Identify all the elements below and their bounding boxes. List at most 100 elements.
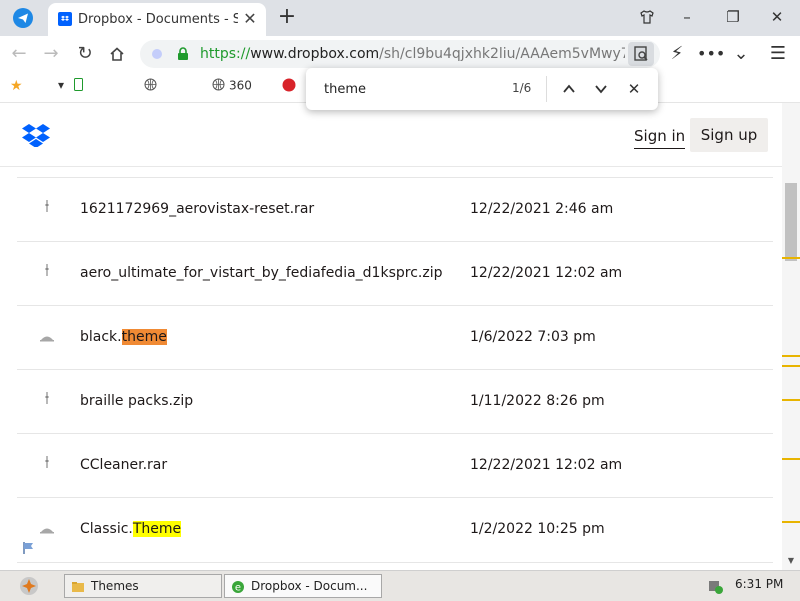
address-bar[interactable]: https://www.dropbox.com/sh/cl9bu4qjxhk2l… bbox=[140, 40, 660, 68]
file-name[interactable]: 1621172969_aerovistax-reset.rar bbox=[80, 201, 314, 219]
url-host: www.dropbox.com bbox=[250, 46, 380, 62]
file-name-prefix: Classic. bbox=[80, 521, 133, 537]
bookmark-favorites[interactable]: ★ bbox=[10, 78, 27, 96]
find-match-marker bbox=[782, 365, 800, 367]
file-name[interactable]: aero_ultimate_for_vistart_by_fediafedia_… bbox=[80, 265, 442, 283]
table-row[interactable]: aero_ultimate_for_vistart_by_fediafedia_… bbox=[17, 241, 773, 306]
browser-tab[interactable]: Dropbox - Documents - Simp ✕ bbox=[48, 3, 266, 36]
taskbar-clock[interactable]: 6:31 PM bbox=[735, 577, 783, 591]
find-match-current: theme bbox=[121, 329, 167, 345]
sign-up-button[interactable]: Sign up bbox=[690, 118, 768, 152]
table-row[interactable]: braille packs.zip 1/11/2022 8:26 pm bbox=[17, 369, 773, 434]
tab-close-icon[interactable]: ✕ bbox=[241, 10, 259, 28]
find-match-marker bbox=[782, 458, 800, 460]
url-text[interactable]: https://www.dropbox.com/sh/cl9bu4qjxhk2l… bbox=[200, 46, 625, 64]
find-previous-icon[interactable] bbox=[558, 78, 580, 100]
dropbox-logo-icon[interactable] bbox=[22, 123, 50, 148]
find-match-marker bbox=[782, 355, 800, 357]
lightning-icon[interactable]: ⚡ bbox=[666, 43, 688, 65]
scrollbar-thumb[interactable] bbox=[785, 183, 797, 261]
menu-icon[interactable]: ☰ bbox=[767, 43, 789, 65]
table-row[interactable]: Classic.Theme 1/2/2022 10:25 pm bbox=[17, 497, 773, 563]
taskbar-item-label: Dropbox - Docum... bbox=[251, 579, 368, 593]
red-circle-icon bbox=[282, 78, 296, 95]
bookmark-label: 360 bbox=[229, 78, 252, 93]
file-name[interactable]: Classic.Theme bbox=[80, 521, 182, 539]
find-match-marker bbox=[782, 399, 800, 401]
close-window-button[interactable]: ✕ bbox=[766, 6, 788, 28]
taskbar-item-themes[interactable]: Themes bbox=[64, 574, 222, 598]
file-zip-icon bbox=[37, 198, 57, 220]
tab-title: Dropbox - Documents - Simp bbox=[78, 12, 238, 27]
shirt-icon[interactable] bbox=[636, 6, 658, 28]
tab-strip: Dropbox - Documents - Simp ✕ + – ❐ ✕ bbox=[0, 0, 800, 36]
new-tab-button[interactable]: + bbox=[276, 6, 298, 28]
site-info-icon[interactable] bbox=[152, 49, 162, 59]
table-row[interactable]: black.theme 1/6/2022 7:03 pm bbox=[17, 305, 773, 370]
restore-button[interactable]: ❐ bbox=[722, 6, 744, 28]
file-name[interactable]: braille packs.zip bbox=[80, 393, 193, 411]
find-next-icon[interactable] bbox=[590, 78, 612, 100]
globe-icon bbox=[144, 78, 157, 94]
star-icon: ★ bbox=[10, 78, 23, 94]
bookmark-web-1[interactable] bbox=[144, 78, 161, 96]
file-date: 12/22/2021 12:02 am bbox=[470, 457, 623, 473]
home-button[interactable] bbox=[106, 43, 128, 65]
bookmark-red[interactable] bbox=[282, 78, 300, 96]
phone-icon bbox=[74, 78, 83, 94]
file-name-prefix: black. bbox=[80, 329, 122, 345]
flag-icon[interactable] bbox=[22, 541, 36, 559]
find-match-count: 1/6 bbox=[512, 81, 532, 95]
file-theme-icon bbox=[37, 518, 57, 540]
taskbar-item-dropbox[interactable]: e Dropbox - Docum... bbox=[224, 574, 382, 598]
reload-button[interactable]: ↻ bbox=[74, 43, 96, 65]
file-zip-icon bbox=[37, 454, 57, 476]
dropbox-header: Sign in Sign up bbox=[0, 103, 782, 167]
page-scrollbar[interactable]: ▼ bbox=[782, 103, 800, 570]
file-list: 1621172969_aerovistax-reset.rar 12/22/20… bbox=[17, 177, 773, 570]
file-zip-icon bbox=[37, 390, 57, 412]
find-in-page-icon[interactable] bbox=[628, 42, 654, 66]
file-name[interactable]: CCleaner.rar bbox=[80, 457, 167, 475]
file-date: 1/11/2022 8:26 pm bbox=[470, 393, 605, 409]
more-options-icon[interactable]: ••• bbox=[697, 43, 725, 65]
minimize-button[interactable]: – bbox=[676, 6, 698, 28]
find-match-marker bbox=[782, 521, 800, 523]
chevron-down-icon[interactable]: ⌄ bbox=[730, 43, 752, 65]
file-theme-icon bbox=[37, 326, 57, 348]
svg-text:e: e bbox=[235, 583, 241, 594]
start-menu-icon[interactable] bbox=[18, 575, 40, 597]
taskbar-item-label: Themes bbox=[91, 579, 139, 593]
folder-icon bbox=[71, 579, 85, 593]
file-date: 12/22/2021 12:02 am bbox=[470, 265, 623, 281]
back-button[interactable]: ← bbox=[8, 43, 30, 65]
scroll-down-arrow-icon[interactable]: ▼ bbox=[785, 555, 797, 567]
forward-button[interactable]: → bbox=[40, 43, 62, 65]
find-divider bbox=[546, 76, 547, 102]
browser-icon: e bbox=[231, 579, 245, 594]
url-scheme: https:// bbox=[200, 46, 251, 62]
secure-lock-icon[interactable] bbox=[176, 47, 190, 61]
find-close-icon[interactable]: ✕ bbox=[623, 78, 645, 100]
globe-icon bbox=[212, 78, 225, 94]
find-match: Theme bbox=[132, 521, 182, 537]
file-date: 1/6/2022 7:03 pm bbox=[470, 329, 596, 345]
file-zip-icon bbox=[37, 262, 57, 284]
bookmark-dropdown-icon[interactable]: ▾ bbox=[58, 78, 64, 96]
table-row[interactable]: CCleaner.rar 12/22/2021 12:02 am bbox=[17, 433, 773, 498]
file-date: 12/22/2021 2:46 am bbox=[470, 201, 614, 217]
find-bar: 1/6 ✕ bbox=[306, 68, 658, 110]
dropbox-favicon-icon bbox=[58, 12, 72, 26]
bookmark-mobile[interactable] bbox=[74, 78, 87, 96]
find-match-marker bbox=[782, 257, 800, 259]
sign-in-link[interactable]: Sign in bbox=[634, 127, 686, 149]
network-tray-icon[interactable] bbox=[706, 577, 724, 595]
bookmark-360[interactable]: 360 bbox=[212, 78, 252, 96]
dropbox-page: Sign in Sign up 1621172969_aerovistax-re… bbox=[0, 103, 782, 570]
taskbar: Themes e Dropbox - Docum... 6:31 PM bbox=[0, 570, 800, 601]
telegram-icon[interactable] bbox=[13, 8, 33, 28]
url-path: /sh/cl9bu4qjxhk2liu/AAAem5vMwy7N4aJVr9 bbox=[379, 46, 625, 62]
table-row[interactable]: 1621172969_aerovistax-reset.rar 12/22/20… bbox=[17, 177, 773, 242]
file-name[interactable]: black.theme bbox=[80, 329, 167, 347]
find-input[interactable] bbox=[324, 80, 494, 98]
